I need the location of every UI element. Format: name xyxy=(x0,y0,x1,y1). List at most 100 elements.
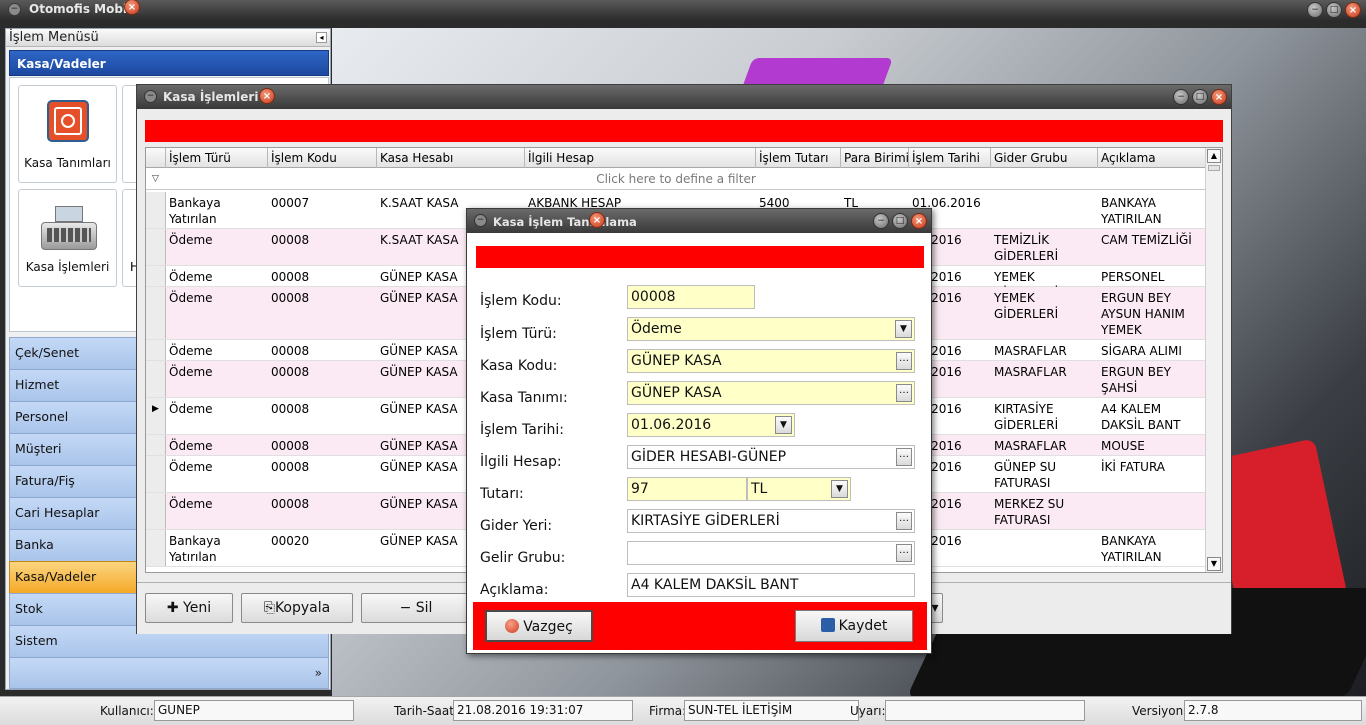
kasa-kodu-field[interactable]: GÜNEP KASA … xyxy=(627,349,915,373)
dialog-menu-icon[interactable]: − xyxy=(474,214,487,227)
table-cell: PERSONEL YEMEK xyxy=(1101,270,1165,287)
row-indicator[interactable] xyxy=(146,340,166,360)
ellipsis-icon[interactable]: … xyxy=(896,544,912,562)
table-cell: İKİ FATURA xyxy=(1101,460,1166,474)
gider-yeri-label: Gider Yeri: xyxy=(480,518,553,534)
save-button-label: Kaydet xyxy=(838,618,888,634)
copy-icon: ⎘ xyxy=(263,600,275,616)
ellipsis-icon[interactable]: … xyxy=(896,352,912,370)
ellipsis-icon[interactable]: … xyxy=(896,512,912,530)
column-header[interactable]: Açıklama xyxy=(1098,148,1206,168)
islem-kodu-field[interactable]: 00008 xyxy=(627,285,755,309)
dialog-title: Kasa İşlem Tanımlama xyxy=(493,215,637,229)
table-cell: KIRTASİYE GİDERLERİ xyxy=(994,402,1059,432)
aciklama-label: Açıklama: xyxy=(480,582,549,598)
table-cell: 00008 xyxy=(271,497,310,511)
islem-tarihi-field[interactable]: 01.06.2016 ▼ xyxy=(627,413,795,437)
table-cell: 00020 xyxy=(271,534,310,548)
aciklama-field[interactable]: A4 KALEM DAKSİL BANT xyxy=(627,573,915,597)
dialog-minimize-icon[interactable]: − xyxy=(873,213,889,229)
islem-turu-select[interactable]: Ödeme ▼ xyxy=(627,317,915,341)
chevron-double-down-icon[interactable]: » xyxy=(315,666,322,680)
islem-tarihi-value: 01.06.2016 xyxy=(631,417,712,433)
table-cell: 00008 xyxy=(271,365,310,379)
column-header[interactable]: İşlem Tarihi xyxy=(909,148,991,168)
dialog-close-tab-icon[interactable]: × xyxy=(589,212,605,228)
ellipsis-icon[interactable]: … xyxy=(896,384,912,402)
app-close-icon[interactable]: × xyxy=(1345,2,1361,18)
tile-label: Kasa Tanımları xyxy=(24,156,111,170)
ilgili-hesap-field[interactable]: GİDER HESABI-GÜNEP … xyxy=(627,445,915,469)
new-button[interactable]: ✚ Yeni xyxy=(145,593,233,623)
window-minimize-icon[interactable]: − xyxy=(1173,89,1189,105)
column-header[interactable]: Kasa Hesabı xyxy=(377,148,525,168)
scroll-down-icon[interactable]: ▼ xyxy=(1207,557,1221,571)
table-cell: ERGUN BEY AYSUN HANIM YEMEK xyxy=(1101,291,1185,337)
menu-group-kasa-vadeler[interactable]: Kasa/Vadeler xyxy=(9,50,329,76)
tile-kasa-tanimlari[interactable]: Kasa Tanımları xyxy=(18,85,117,183)
tile-label: Kasa İşlemleri xyxy=(25,260,110,274)
column-header[interactable]: İşlem Kodu xyxy=(268,148,377,168)
status-warning xyxy=(885,700,1085,721)
row-indicator[interactable] xyxy=(146,493,166,529)
column-header[interactable]: Gider Grubu xyxy=(991,148,1098,168)
ilgili-hesap-value: GİDER HESABI-GÜNEP xyxy=(631,449,787,465)
window-maximize-icon[interactable]: □ xyxy=(1192,89,1208,105)
table-cell: Ödeme xyxy=(169,497,213,511)
safe-icon xyxy=(47,100,89,142)
app-maximize-icon[interactable]: □ xyxy=(1326,2,1342,18)
delete-button[interactable]: − Sil xyxy=(361,593,471,623)
row-indicator[interactable] xyxy=(146,361,166,397)
dialog-maximize-icon[interactable]: □ xyxy=(892,213,908,229)
grid-filter-row[interactable]: ▽ Click here to define a filter xyxy=(146,168,1206,190)
gider-yeri-field[interactable]: KIRTASİYE GİDERLERİ … xyxy=(627,509,915,533)
tutari-field[interactable]: 97 xyxy=(627,477,747,501)
grid-vertical-scrollbar[interactable]: ▲ ▼ xyxy=(1205,148,1222,572)
row-indicator[interactable] xyxy=(146,266,166,286)
chevron-down-icon[interactable]: ▼ xyxy=(831,480,848,498)
kasa-tanimi-label: Kasa Tanımı: xyxy=(480,390,568,406)
column-header[interactable]: İlgili Hesap xyxy=(525,148,756,168)
cancel-icon xyxy=(505,619,520,633)
table-cell: MASRAFLAR xyxy=(994,344,1067,358)
table-cell: CAM TEMİZLİĞİ xyxy=(1101,233,1192,247)
gelir-grubu-field[interactable]: … xyxy=(627,541,915,565)
scroll-thumb[interactable] xyxy=(1208,165,1220,171)
kasa-tanimi-field[interactable]: GÜNEP KASA … xyxy=(627,381,915,405)
row-indicator[interactable] xyxy=(146,287,166,339)
row-indicator[interactable] xyxy=(146,435,166,455)
row-indicator[interactable] xyxy=(146,229,166,265)
currency-select[interactable]: TL ▼ xyxy=(747,477,851,501)
app-menu-icon[interactable]: − xyxy=(8,3,21,16)
ellipsis-icon[interactable]: … xyxy=(896,448,912,466)
table-cell: Bankaya Yatırılan xyxy=(169,534,221,564)
table-cell: 00008 xyxy=(271,344,310,358)
gider-yeri-value: KIRTASİYE GİDERLERİ xyxy=(631,513,780,529)
calendar-dropdown-icon[interactable]: ▼ xyxy=(775,416,792,434)
window-menu-icon[interactable]: − xyxy=(144,90,157,103)
scroll-up-icon[interactable]: ▲ xyxy=(1207,149,1221,163)
minus-icon: − xyxy=(399,600,416,616)
cancel-button[interactable]: Vazgeç xyxy=(485,610,593,642)
ilgili-hesap-label: İlgili Hesap: xyxy=(480,454,562,470)
save-button[interactable]: Kaydet xyxy=(795,610,913,642)
column-header[interactable]: Para Birimi xyxy=(841,148,909,168)
chevron-down-icon[interactable]: ▼ xyxy=(895,320,912,338)
row-indicator[interactable] xyxy=(146,456,166,492)
tile-kasa-islemleri[interactable]: Kasa İşlemleri xyxy=(18,189,117,287)
menu-collapse-icon[interactable]: ◂ xyxy=(316,32,327,43)
app-minimize-icon[interactable]: − xyxy=(1307,2,1323,18)
column-header[interactable]: İşlem Türü xyxy=(166,148,268,168)
islem-tarihi-label: İşlem Tarihi: xyxy=(480,422,564,438)
current-row-arrow-icon: ▶ xyxy=(152,404,159,414)
dialog-header-bar xyxy=(476,246,924,268)
window-close-icon[interactable]: × xyxy=(1211,89,1227,105)
copy-button-label: Kopyala xyxy=(274,600,331,616)
column-header[interactable]: İşlem Tutarı xyxy=(756,148,841,168)
copy-button[interactable]: ⎘Kopyala xyxy=(241,593,353,623)
row-indicator[interactable] xyxy=(146,530,166,566)
window-close-tab-icon[interactable]: × xyxy=(259,88,275,104)
row-indicator[interactable]: ▶ xyxy=(146,398,166,434)
row-indicator[interactable] xyxy=(146,192,166,228)
dialog-close-icon[interactable]: × xyxy=(911,213,927,229)
